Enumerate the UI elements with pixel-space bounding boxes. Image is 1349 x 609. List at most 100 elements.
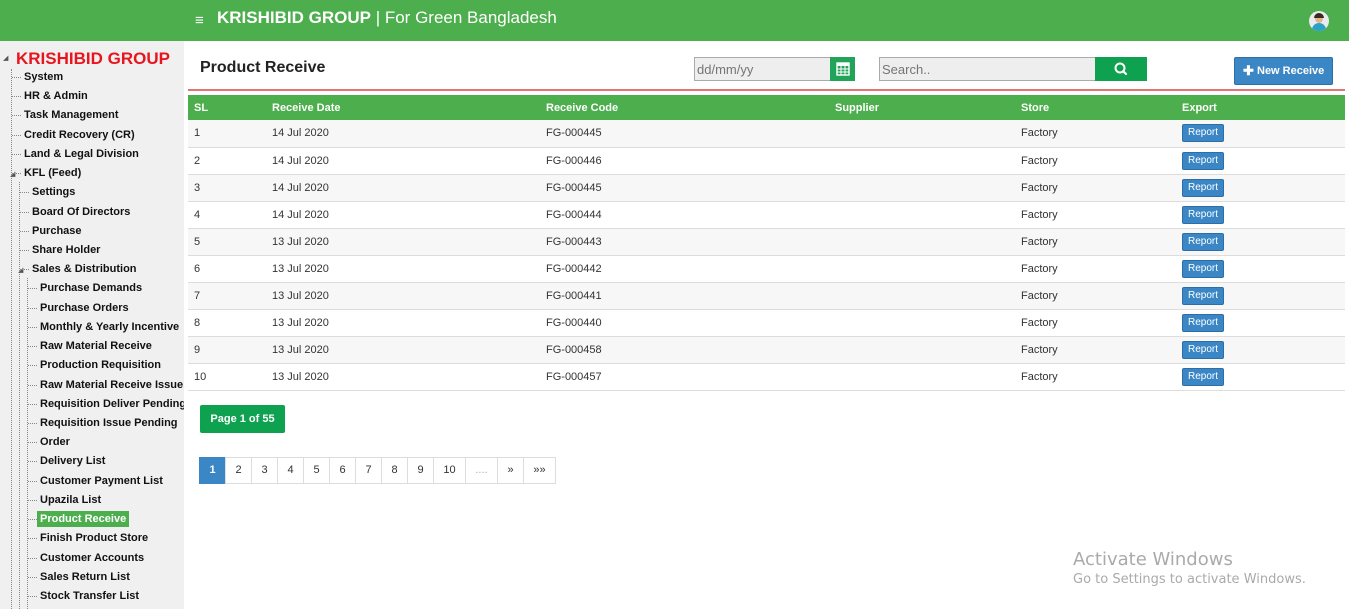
sidebar-item-delivery-list[interactable]: Delivery List	[40, 454, 105, 468]
search-box	[879, 57, 1147, 81]
page-link-5[interactable]: 5	[303, 457, 330, 484]
cell-receive-code: FG-000457	[546, 370, 602, 383]
sidebar-item-purchase-orders[interactable]: Purchase Orders	[40, 301, 129, 315]
column-header-supplier: Supplier	[835, 101, 880, 114]
tree-branch-line	[28, 576, 37, 578]
sidebar-item-settings[interactable]: Settings	[32, 185, 75, 199]
page-link-2[interactable]: 2	[225, 457, 252, 484]
sidebar-item-requisition-issue-pending[interactable]: Requisition Issue Pending	[40, 416, 178, 430]
cell-receive-date: 13 Jul 2020	[272, 370, 329, 383]
sidebar-item-purchase-demands[interactable]: Purchase Demands	[40, 281, 142, 295]
date-input[interactable]	[694, 57, 831, 81]
report-button[interactable]: Report	[1182, 367, 1225, 386]
report-button[interactable]: Report	[1182, 232, 1225, 251]
brand-tagline: For Green Bangladesh	[384, 8, 557, 27]
watermark-title: Activate Windows	[1073, 549, 1233, 570]
sidebar-brand: KRISHIBID GROUP	[16, 49, 170, 68]
tree-branch-line	[28, 326, 37, 328]
page-link-8[interactable]: 8	[381, 457, 408, 484]
tree-branch-line	[20, 211, 29, 213]
cell-sl: 10	[194, 370, 207, 383]
sidebar-item-product-receive[interactable]: Product Receive	[37, 511, 130, 528]
cell-store: Factory	[1021, 370, 1058, 383]
cell-export: Report	[1176, 201, 1345, 228]
sidebar-item-requisition-deliver-pending[interactable]: Requisition Deliver Pending	[40, 397, 184, 411]
app-title: KRISHIBID GROUP | For Green Bangladesh	[217, 8, 557, 28]
page-link-10[interactable]: 10	[433, 457, 466, 484]
tree-branch-line	[28, 346, 37, 348]
sidebar-item-monthly-and-yearly-incentive[interactable]: Monthly & Yearly Incentive	[40, 320, 179, 334]
sidebar-item-raw-material-receive[interactable]: Raw Material Receive	[40, 339, 152, 353]
sidebar-item-kfl-feed[interactable]: KFL (Feed)	[24, 166, 81, 180]
sidebar-item-sales-return-list[interactable]: Sales Return List	[40, 570, 130, 584]
table-row: 2 14 Jul 2020 FG-000446 Factory Report	[188, 147, 1345, 174]
table-row: 9 13 Jul 2020 FG-000458 Factory Report	[188, 336, 1345, 363]
new-receive-button[interactable]: ✚ New Receive	[1234, 57, 1333, 85]
page-link-1[interactable]: 1	[199, 457, 226, 484]
sidebar-item-stock-transfer-list[interactable]: Stock Transfer List	[40, 589, 139, 603]
last-page-button[interactable]: »»	[523, 457, 556, 484]
tree-branch-line	[20, 269, 29, 271]
tree-branch-line	[20, 192, 29, 194]
report-button[interactable]: Report	[1182, 205, 1225, 224]
sidebar-item-order[interactable]: Order	[40, 435, 70, 449]
search-button[interactable]	[1095, 57, 1147, 81]
table-row: 8 13 Jul 2020 FG-000440 Factory Report	[188, 309, 1345, 336]
sidebar-item-system[interactable]: System	[24, 70, 63, 84]
report-button[interactable]: Report	[1182, 340, 1225, 359]
page-link-6[interactable]: 6	[329, 457, 356, 484]
report-button[interactable]: Report	[1182, 286, 1225, 305]
sidebar-item-upazila-list[interactable]: Upazila List	[40, 493, 101, 507]
calendar-button[interactable]	[830, 57, 855, 81]
cell-sl: 9	[194, 343, 201, 356]
sidebar-item-purchase[interactable]: Purchase	[32, 224, 82, 238]
cell-store: Factory	[1021, 154, 1058, 167]
cell-export: Report	[1176, 363, 1345, 390]
search-input[interactable]	[879, 57, 1096, 81]
cell-receive-code: FG-000444	[546, 208, 602, 221]
sidebar-item-task-management[interactable]: Task Management	[24, 108, 119, 122]
sidebar-item-share-holder[interactable]: Share Holder	[32, 243, 100, 257]
report-button[interactable]: Report	[1182, 124, 1225, 143]
table-row: 5 13 Jul 2020 FG-000443 Factory Report	[188, 228, 1345, 255]
report-button[interactable]: Report	[1182, 178, 1225, 197]
tree-branch-line	[12, 115, 21, 117]
cell-supplier	[829, 363, 1015, 390]
cell-receive-date: 13 Jul 2020	[272, 316, 329, 329]
cell-export: Report	[1176, 309, 1345, 336]
cell-supplier	[829, 255, 1015, 282]
sidebar-item-board-of-directors[interactable]: Board Of Directors	[32, 205, 130, 219]
table-row: 7 13 Jul 2020 FG-000441 Factory Report	[188, 282, 1345, 309]
date-filter	[694, 57, 855, 81]
cell-export: Report	[1176, 228, 1345, 255]
sidebar-item-sales-and-distribution[interactable]: Sales & Distribution	[32, 262, 137, 276]
page-link-4[interactable]: 4	[277, 457, 304, 484]
sidebar-item-customer-accounts[interactable]: Customer Accounts	[40, 551, 144, 565]
cell-receive-date: 14 Jul 2020	[272, 181, 329, 194]
page-link-9[interactable]: 9	[407, 457, 434, 484]
table-row: 1 14 Jul 2020 FG-000445 Factory Report	[188, 120, 1345, 147]
report-button[interactable]: Report	[1182, 313, 1225, 332]
hamburger-icon[interactable]: ≡	[195, 12, 204, 29]
tree-guide-line	[11, 69, 12, 609]
cell-supplier	[829, 147, 1015, 174]
sidebar-item-hr-and-admin[interactable]: HR & Admin	[24, 89, 88, 103]
sidebar-item-production-requisition[interactable]: Production Requisition	[40, 358, 161, 372]
sidebar-item-finish-product-store[interactable]: Finish Product Store	[40, 531, 148, 545]
cell-sl: 4	[194, 208, 201, 221]
sidebar-item-land-and-legal-division[interactable]: Land & Legal Division	[24, 147, 139, 161]
tree-branch-line	[28, 557, 37, 559]
sidebar-item-raw-material-receive-issue[interactable]: Raw Material Receive Issue	[40, 378, 183, 392]
report-button[interactable]: Report	[1182, 259, 1225, 278]
cell-receive-code: FG-000443	[546, 235, 602, 248]
page-link-3[interactable]: 3	[251, 457, 278, 484]
cell-receive-date: 13 Jul 2020	[272, 343, 329, 356]
sidebar-item-credit-recovery-cr[interactable]: Credit Recovery (CR)	[24, 128, 135, 142]
report-button[interactable]: Report	[1182, 151, 1225, 170]
cell-receive-code: FG-000458	[546, 343, 602, 356]
next-page-button[interactable]: »	[497, 457, 524, 484]
sidebar-item-customer-payment-list[interactable]: Customer Payment List	[40, 474, 163, 488]
avatar[interactable]	[1309, 11, 1329, 31]
watermark-subtitle: Go to Settings to activate Windows.	[1073, 572, 1306, 587]
page-link-7[interactable]: 7	[355, 457, 382, 484]
